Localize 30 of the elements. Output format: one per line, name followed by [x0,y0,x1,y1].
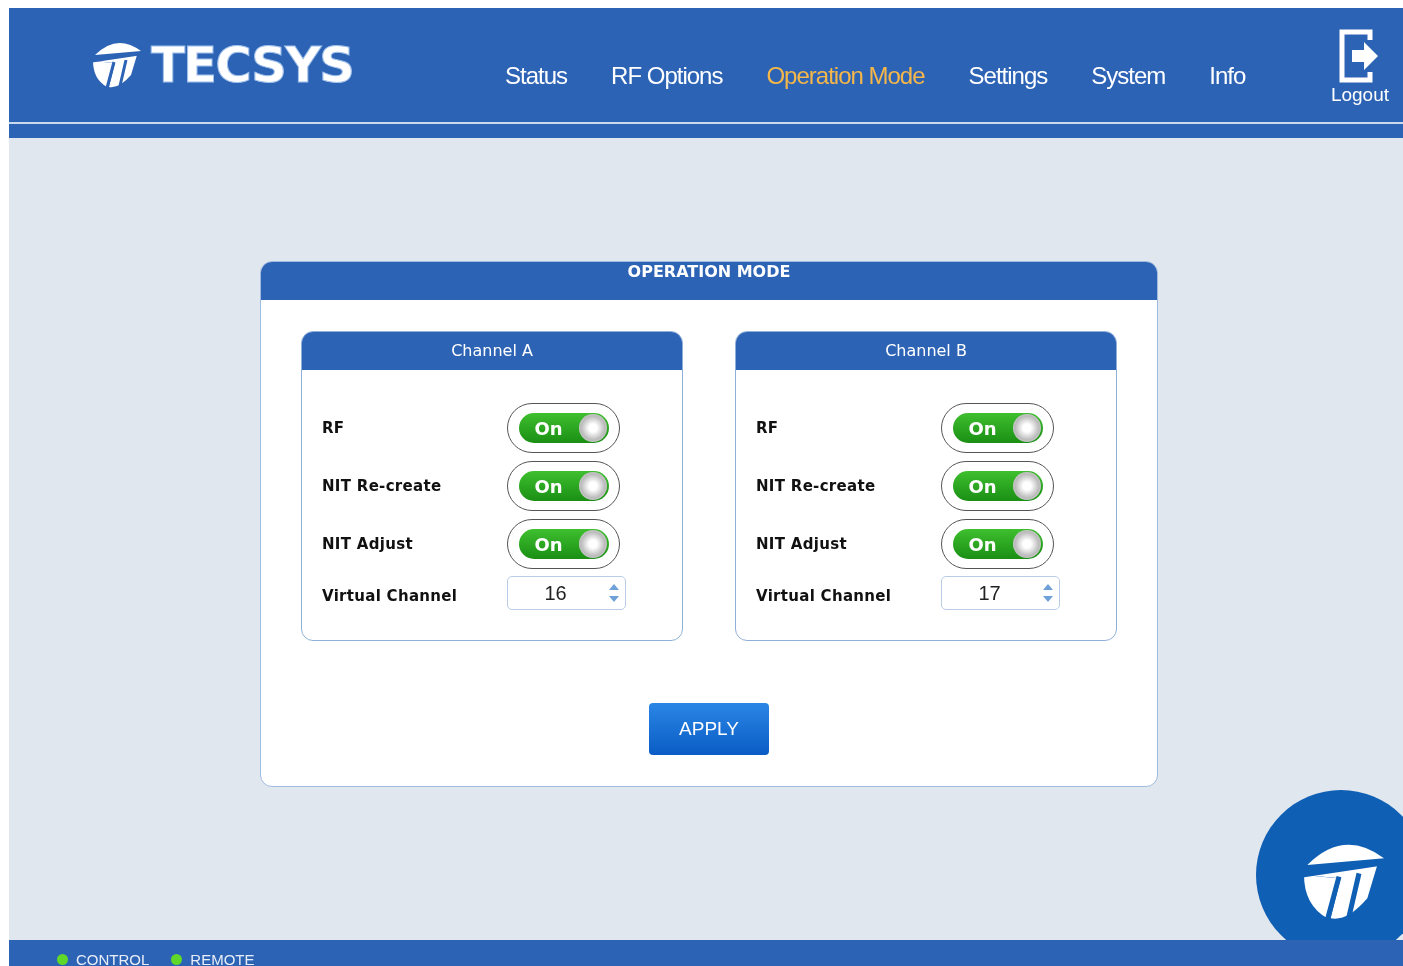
apply-button[interactable]: APPLY [649,703,769,755]
toggle-switch[interactable]: On [507,403,620,453]
nav-tab[interactable]: Status [483,62,590,90]
field-label: RF [322,419,346,437]
number-field[interactable]: 17 [941,576,1060,610]
card-title: Channel A [302,332,682,370]
field-label: NIT Re-create [756,477,877,495]
nav-tab[interactable]: Settings [946,62,1070,90]
logout-button[interactable]: Logout [1330,28,1389,106]
number-field[interactable]: 16 [507,576,626,610]
status-label: REMOTE [190,951,255,966]
brand-logo: TECSYS [151,36,354,94]
field-label: Virtual Channel [756,587,893,605]
nav-tab[interactable]: RF Options [589,62,745,90]
field-label: NIT Re-create [322,477,443,495]
field-label: NIT Adjust [322,535,414,553]
nav-tab[interactable]: Info [1187,62,1268,90]
status-label: CONTROL [76,951,150,966]
field-label: NIT Adjust [756,535,848,553]
toggle-switch[interactable]: On [941,403,1054,453]
toggle-switch[interactable]: On [507,461,620,511]
nav-tab[interactable]: System [1069,62,1188,90]
panel-title: OPERATION MODE [261,262,1157,300]
toggle-switch[interactable]: On [941,519,1054,569]
toggle-switch[interactable]: On [507,519,620,569]
toggle-switch[interactable]: On [941,461,1054,511]
field-label: Virtual Channel [322,587,459,605]
nav-tab[interactable]: Operation Mode [744,62,947,90]
card-title: Channel B [736,332,1116,370]
field-label: RF [756,419,780,437]
